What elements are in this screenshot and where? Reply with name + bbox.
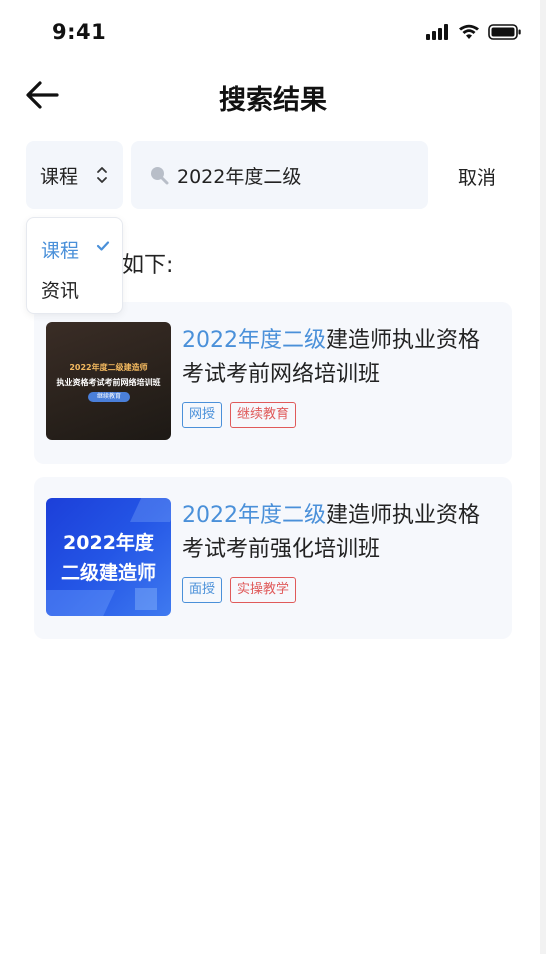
signal-icon [426, 24, 448, 40]
tag-in-person: 面授 [182, 577, 223, 603]
search-icon [151, 167, 169, 185]
thumb-decoration [130, 498, 171, 522]
result-card[interactable]: 2022年度二级建造师 执业资格考试考前网络培训班 继续教育 2022年度二级建… [34, 302, 512, 464]
result-card[interactable]: 2022年度 二级建造师 2022年度二级建造师执业资格考试考前强化培训班 面授… [34, 477, 512, 639]
tag-continuing-education: 继续教育 [230, 402, 297, 428]
wifi-icon [459, 24, 479, 39]
nav-bar: 搜索结果 [0, 64, 546, 128]
page-title: 搜索结果 [219, 85, 327, 116]
title-highlight: 2022年度二级 [182, 328, 326, 353]
tag-practical: 实操教学 [230, 577, 297, 603]
course-thumbnail: 2022年度二级建造师 执业资格考试考前网络培训班 继续教育 [46, 322, 171, 440]
frame-edge [540, 0, 546, 954]
category-select-label: 课程 [40, 165, 79, 188]
search-input[interactable]: 2022年度二级 [131, 141, 428, 209]
course-tags: 网授 继续教育 [182, 402, 297, 428]
category-dropdown: 课程 资讯 [26, 217, 123, 314]
course-title: 2022年度二级建造师执业资格考试考前强化培训班 [182, 499, 500, 567]
tag-online: 网授 [182, 402, 223, 428]
category-select[interactable]: 课程 [26, 141, 123, 209]
thumb-subtitle: 执业资格考试考前网络培训班 [56, 378, 161, 387]
status-icons [426, 24, 522, 40]
thumb-subtitle: 二级建造师 [60, 562, 156, 584]
dropdown-item-course[interactable]: 课程 [41, 236, 79, 263]
title-highlight: 2022年度二级 [182, 503, 326, 528]
status-bar: 9:41 [0, 0, 546, 64]
cancel-button[interactable]: 取消 [458, 163, 496, 190]
search-query-text: 2022年度二级 [177, 165, 302, 188]
battery-icon [488, 24, 521, 40]
course-thumbnail: 2022年度 二级建造师 [46, 498, 171, 616]
thumb-title: 2022年度 [63, 532, 154, 554]
status-time: 9:41 [52, 20, 107, 44]
thumb-decoration [46, 590, 116, 616]
chevron-updown-icon [97, 167, 107, 183]
course-tags: 面授 实操教学 [182, 577, 297, 603]
check-icon [96, 241, 110, 251]
result-hint: 如下: [122, 253, 174, 278]
thumb-badge: 继续教育 [88, 392, 130, 402]
thumb-title: 2022年度二级建造师 [69, 363, 148, 372]
course-title: 2022年度二级建造师执业资格考试考前网络培训班 [182, 324, 500, 392]
dropdown-item-news[interactable]: 资讯 [41, 276, 79, 303]
thumb-decoration [135, 588, 157, 610]
search-row: 课程 2022年度二级 取消 [26, 141, 520, 209]
